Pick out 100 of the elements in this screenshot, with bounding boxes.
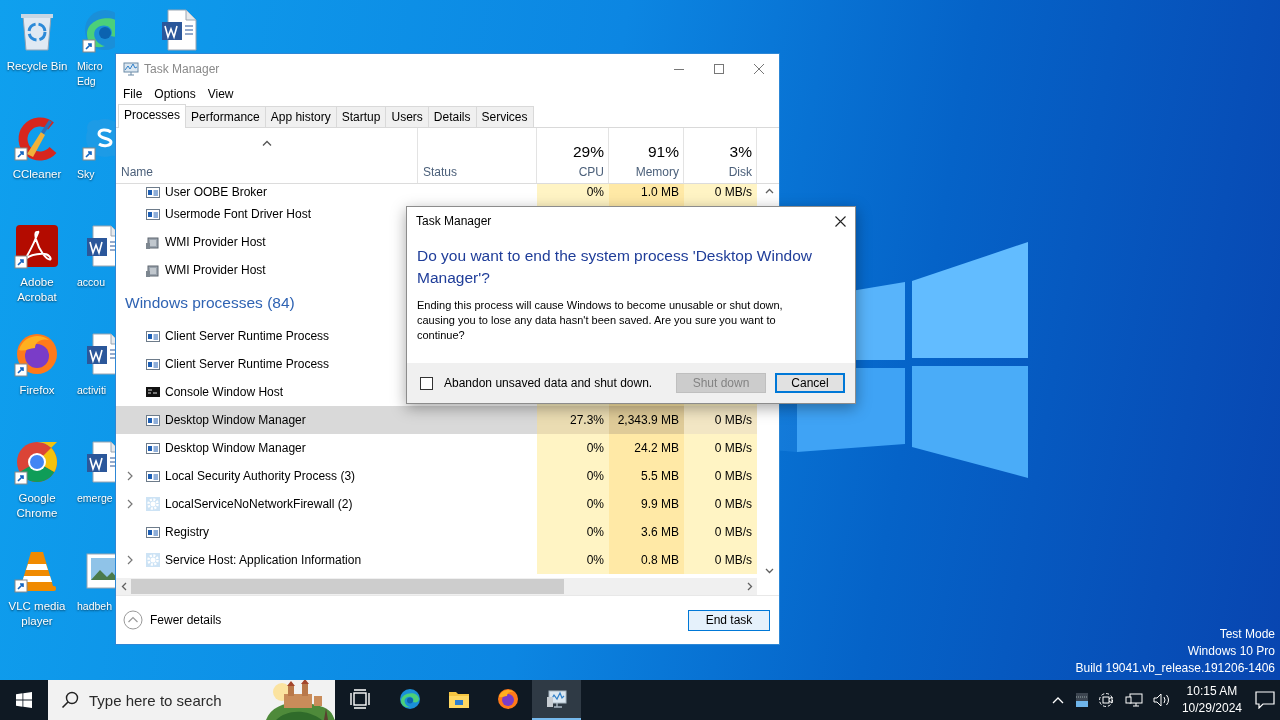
tab[interactable]: Startup (335, 106, 387, 127)
monitor-icon (545, 688, 568, 710)
camera-icon[interactable] (1098, 692, 1115, 708)
clock-date: 10/29/2024 (1181, 700, 1242, 717)
column-total: 91% (647, 142, 679, 162)
watermark-text: Windows 10 Pro (1187, 643, 1275, 660)
window-icon (145, 440, 161, 456)
checkbox[interactable] (420, 376, 433, 390)
tab[interactable]: Processes (118, 104, 187, 128)
column-header[interactable]: Memory (635, 165, 679, 179)
tab[interactable]: Details (427, 106, 477, 127)
menu-item[interactable]: View (201, 86, 240, 101)
menu-item[interactable]: Options (148, 86, 202, 101)
server-icon (145, 262, 161, 278)
table-cell: 0 MB/s (684, 406, 757, 434)
table-cell: 2,343.9 MB (609, 406, 684, 434)
end-task-button[interactable]: End task (688, 609, 770, 631)
expand-chevron-icon[interactable] (127, 499, 133, 509)
column-header[interactable]: Disk (728, 165, 752, 179)
process-name: LocalServiceNoNetworkFirewall (2) (165, 497, 353, 511)
column-header[interactable]: Status (423, 165, 532, 179)
app-icon[interactable] (13, 222, 61, 270)
clock[interactable]: 10:15 AM 10/29/2024 (1181, 683, 1242, 717)
maximize-icon[interactable] (714, 63, 724, 74)
process-row[interactable]: User OOBE Broker 0% 1.0 MB 0 MB/s (116, 184, 757, 200)
process-name: WMI Provider Host (165, 263, 266, 277)
group-header: Windows processes (84) (124, 293, 296, 313)
process-name: Desktop Window Manager (165, 413, 306, 427)
gear-icon (145, 496, 161, 512)
process-row[interactable]: Local Security Authority Process (3) 0% 5.5 MB 0 MB/s (116, 462, 757, 490)
server-icon (145, 234, 161, 250)
table-cell: 0 MB/s (684, 546, 757, 574)
taskbar-button[interactable] (532, 680, 581, 720)
process-row[interactable]: Desktop Window Manager 27.3% 2,343.9 MB 0 MB/s (116, 406, 757, 434)
column-header[interactable]: CPU (578, 165, 604, 179)
process-row[interactable]: Service Host: Application Information 0% 0.8 MB 0 MB/s (116, 546, 757, 574)
window-icon (145, 356, 161, 372)
process-row[interactable]: Desktop Window Manager 0% 24.2 MB 0 MB/s (116, 434, 757, 462)
window-icon (145, 206, 161, 222)
search-bar[interactable]: Type here to search (48, 680, 335, 720)
process-row[interactable]: LocalServiceNoNetworkFirewall (2) 0% 9.9 MB 0 MB/s (116, 490, 757, 518)
tab[interactable]: App history (264, 106, 337, 127)
tab[interactable]: Services (475, 106, 534, 127)
chevron-up-icon[interactable] (765, 188, 774, 194)
window-icon (145, 328, 161, 344)
scrollbar-thumb[interactable] (131, 579, 564, 594)
process-name: WMI Provider Host (165, 235, 266, 249)
process-name: Console Window Host (165, 385, 284, 399)
table-cell: 0 MB/s (684, 434, 757, 462)
tab[interactable]: Performance (185, 106, 266, 127)
volume-icon[interactable] (1152, 692, 1171, 708)
checkbox-label[interactable]: Abandon unsaved data and shut down. (444, 376, 653, 390)
table-cell: 0 MB/s (684, 184, 757, 200)
fewer-details-link[interactable]: Fewer details (150, 613, 222, 627)
task-view-icon (349, 688, 372, 710)
window-icon (145, 412, 161, 428)
table-cell: 9.9 MB (609, 490, 684, 518)
window-icon (145, 184, 161, 200)
sort-caret-icon[interactable] (262, 140, 272, 146)
process-name: Usermode Font Driver Host (165, 207, 312, 221)
column-header[interactable]: Name (121, 165, 413, 179)
table-cell: 0 MB/s (684, 462, 757, 490)
table-cell: 0% (537, 490, 609, 518)
table-cell: 5.5 MB (609, 462, 684, 490)
chevron-right-icon[interactable] (747, 582, 753, 591)
expand-chevron-icon[interactable] (127, 471, 133, 481)
table-cell: 1.0 MB (609, 184, 684, 200)
column-total: 3% (729, 142, 752, 162)
network-icon[interactable] (1124, 692, 1143, 708)
table-cell: 0% (537, 434, 609, 462)
process-name: Service Host: Application Information (165, 553, 362, 567)
watermark-text: Build 19041.vb_release.191206-1406 (1075, 660, 1275, 677)
horizontal-scrollbar[interactable] (116, 578, 757, 595)
chevron-down-icon[interactable] (765, 568, 774, 574)
expand-chevron-icon[interactable] (127, 555, 133, 565)
search-input[interactable]: Type here to search (89, 691, 249, 709)
table-cell: 24.2 MB (609, 434, 684, 462)
process-name: Client Server Runtime Process (165, 357, 330, 371)
search-icon (61, 691, 79, 709)
tab[interactable]: Users (385, 106, 429, 127)
process-name: User OOBE Broker (165, 185, 268, 199)
chevron-left-icon[interactable] (121, 582, 127, 591)
process-name: Desktop Window Manager (165, 441, 306, 455)
windows-icon (16, 692, 32, 708)
gear-icon (145, 552, 161, 568)
dialog-heading: Do you want to end the system process 'Desktop Window Manager'? (417, 246, 813, 288)
bars-icon[interactable] (1074, 692, 1089, 708)
menu-item[interactable]: File (117, 86, 149, 101)
table-cell: 0% (537, 518, 609, 546)
process-name: Client Server Runtime Process (165, 329, 330, 343)
dialog-button[interactable]: Cancel (775, 373, 845, 393)
notification-icon[interactable] (1255, 691, 1275, 709)
column-total: 29% (572, 142, 604, 162)
monitor-icon (123, 60, 139, 77)
process-name: Registry (165, 525, 209, 539)
console-icon (145, 384, 161, 400)
clock-time: 10:15 AM (1186, 683, 1238, 700)
close-icon[interactable] (835, 215, 846, 227)
process-row[interactable]: Registry 0% 3.6 MB 0 MB/s (116, 518, 757, 546)
window-title: Task Manager (144, 61, 220, 76)
